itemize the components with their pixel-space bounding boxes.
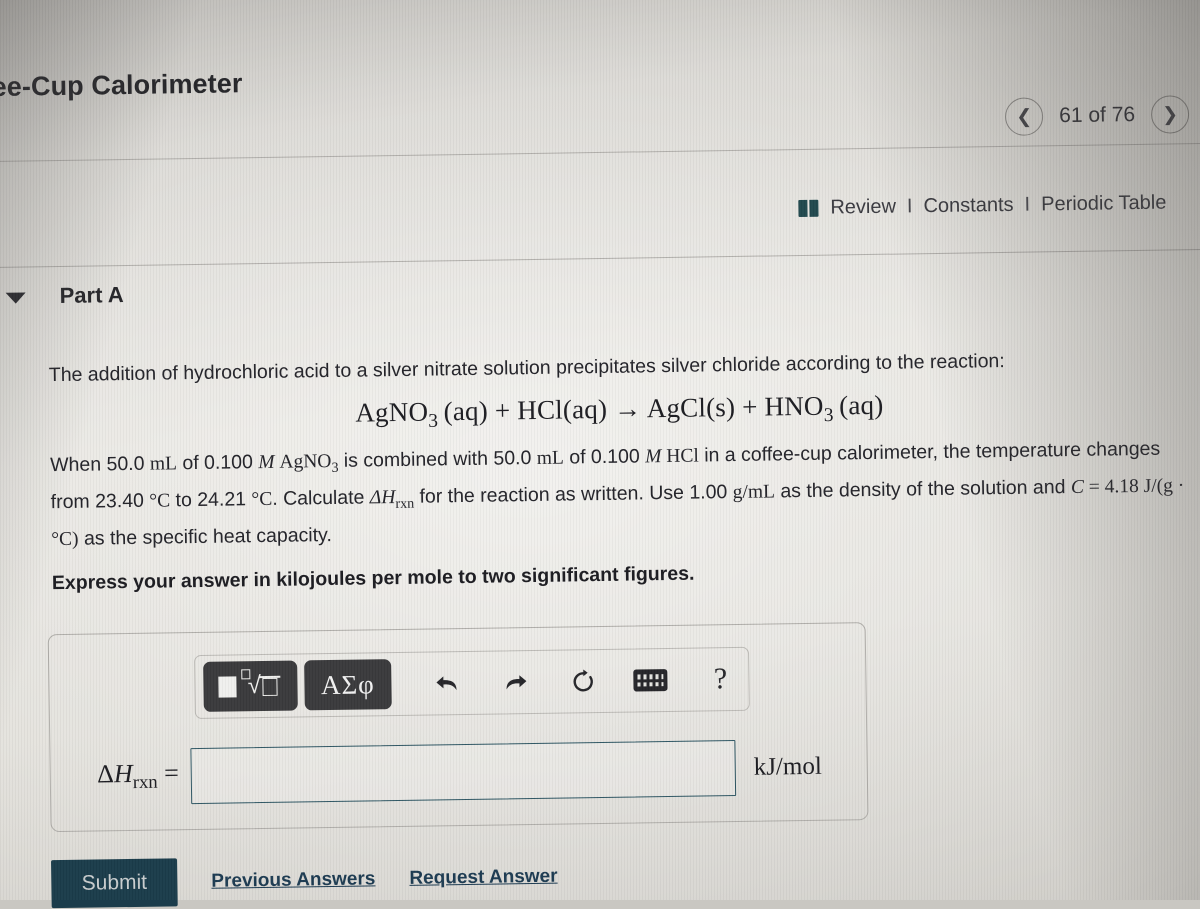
submit-button[interactable]: Submit [51, 858, 178, 909]
equation-reactant-2: HCl(aq) [517, 393, 608, 426]
density-units: g/mL [732, 481, 776, 504]
detail-seg-6: to 24.21 [169, 488, 252, 512]
heat-capacity-symbol: C [1070, 477, 1085, 499]
equation-plus-1: + [494, 395, 511, 426]
detail-seg-9: as the density of the solution and [774, 476, 1072, 503]
temperature-2: °C [251, 489, 273, 511]
periodic-table-link[interactable]: Periodic Table [1041, 192, 1167, 217]
previous-answers-link[interactable]: Previous Answers [211, 868, 375, 892]
chemical-equation: AgNO3 (aq) + HCl(aq) → AgCl(s) + HNO3 (a… [49, 385, 1189, 438]
molarity-symbol-2: M [645, 446, 662, 468]
detail-seg-10: as the specific heat capacity. [78, 524, 332, 550]
detail-seg-2: of 0.100 [176, 451, 259, 475]
species-1: AgNO3 [274, 451, 339, 477]
question-intro: The addition of hydrochloric acid to a s… [48, 349, 1005, 387]
divider-top [0, 142, 1200, 163]
detail-seg-1: When 50.0 [50, 453, 151, 477]
link-separator-1: I [906, 195, 913, 218]
delta-h-symbol: ΔHrxn [369, 487, 415, 513]
constants-link[interactable]: Constants [923, 194, 1013, 218]
book-icon [798, 199, 820, 218]
equation-product-1: AgCl(s) [646, 391, 736, 424]
answer-card: √ ΑΣφ ? ΔHrxn = kJ/mol [47, 622, 869, 833]
chevron-left-icon: ❮ [1016, 106, 1033, 128]
page-title: fee-Cup Calorimeter [0, 68, 243, 103]
redo-arrow-icon[interactable] [487, 657, 543, 708]
answer-instruction: Express your answer in kilojoules per mo… [51, 562, 695, 595]
undo-arrow-glyph [436, 676, 457, 691]
equation-product-2: HNO3 (aq) [764, 389, 884, 427]
redo-arrow-glyph [506, 675, 527, 690]
reset-circular-arrow-icon[interactable] [555, 656, 611, 707]
question-detail: When 50.0 mL of 0.100 M AgNO3 is combine… [50, 434, 1191, 556]
equation-arrow: → [613, 393, 642, 424]
keyboard-icon[interactable] [623, 655, 679, 706]
volume-unit-2: mL [536, 447, 565, 470]
math-toolbar: √ ΑΣφ ? [193, 646, 750, 720]
answer-input[interactable] [190, 740, 737, 805]
answer-units: kJ/mol [753, 752, 822, 781]
undo-arrow-icon[interactable] [419, 658, 475, 709]
next-question-button[interactable]: ❯ [1150, 95, 1190, 134]
caret-down-icon[interactable] [5, 292, 26, 304]
greek-symbols-button[interactable]: ΑΣφ [303, 659, 393, 711]
divider-part [0, 248, 1200, 269]
problem-page: fee-Cup Calorimeter ❮ 61 of 76 ❯ Review … [0, 0, 1200, 909]
detail-seg-8: for the reaction as written. Use 1.00 [413, 481, 733, 509]
pager-label: 61 of 76 [1059, 103, 1136, 128]
part-a-label: Part A [59, 282, 124, 308]
request-answer-link[interactable]: Request Answer [409, 866, 557, 890]
reset-arrow-glyph [573, 669, 593, 692]
answer-row: ΔHrxn = kJ/mol [62, 735, 869, 809]
nth-root-icon: √ [241, 669, 282, 702]
chevron-right-icon: ❯ [1161, 103, 1179, 126]
square-placeholder-icon [218, 675, 237, 698]
resource-links: Review I Constants I Periodic Table [798, 192, 1167, 220]
detail-seg-4: of 0.100 [563, 445, 646, 469]
help-question-mark-icon[interactable]: ? [692, 654, 748, 705]
species-2: HCl [661, 445, 699, 468]
detail-seg-7: . Calculate [272, 486, 371, 511]
equation-reactant-1: AgNO3 (aq) [355, 395, 489, 432]
link-separator-2: I [1024, 193, 1031, 216]
pager: ❮ 61 of 76 ❯ [1004, 95, 1190, 136]
molarity-symbol-1: M [258, 452, 275, 474]
temperature-1: °C [149, 490, 171, 512]
volume-unit-1: mL [149, 453, 178, 476]
answer-label: ΔHrxn = [96, 758, 179, 794]
math-template-button[interactable]: √ [203, 660, 298, 712]
review-link[interactable]: Review [830, 196, 896, 220]
equation-plus-2: + [741, 391, 758, 422]
prev-question-button[interactable]: ❮ [1004, 97, 1044, 136]
part-a-header[interactable]: Part A [5, 282, 124, 310]
detail-seg-3: is combined with 50.0 [338, 447, 537, 473]
keyboard-glyph [633, 669, 668, 692]
question-body: The addition of hydrochloric acid to a s… [49, 343, 1192, 595]
